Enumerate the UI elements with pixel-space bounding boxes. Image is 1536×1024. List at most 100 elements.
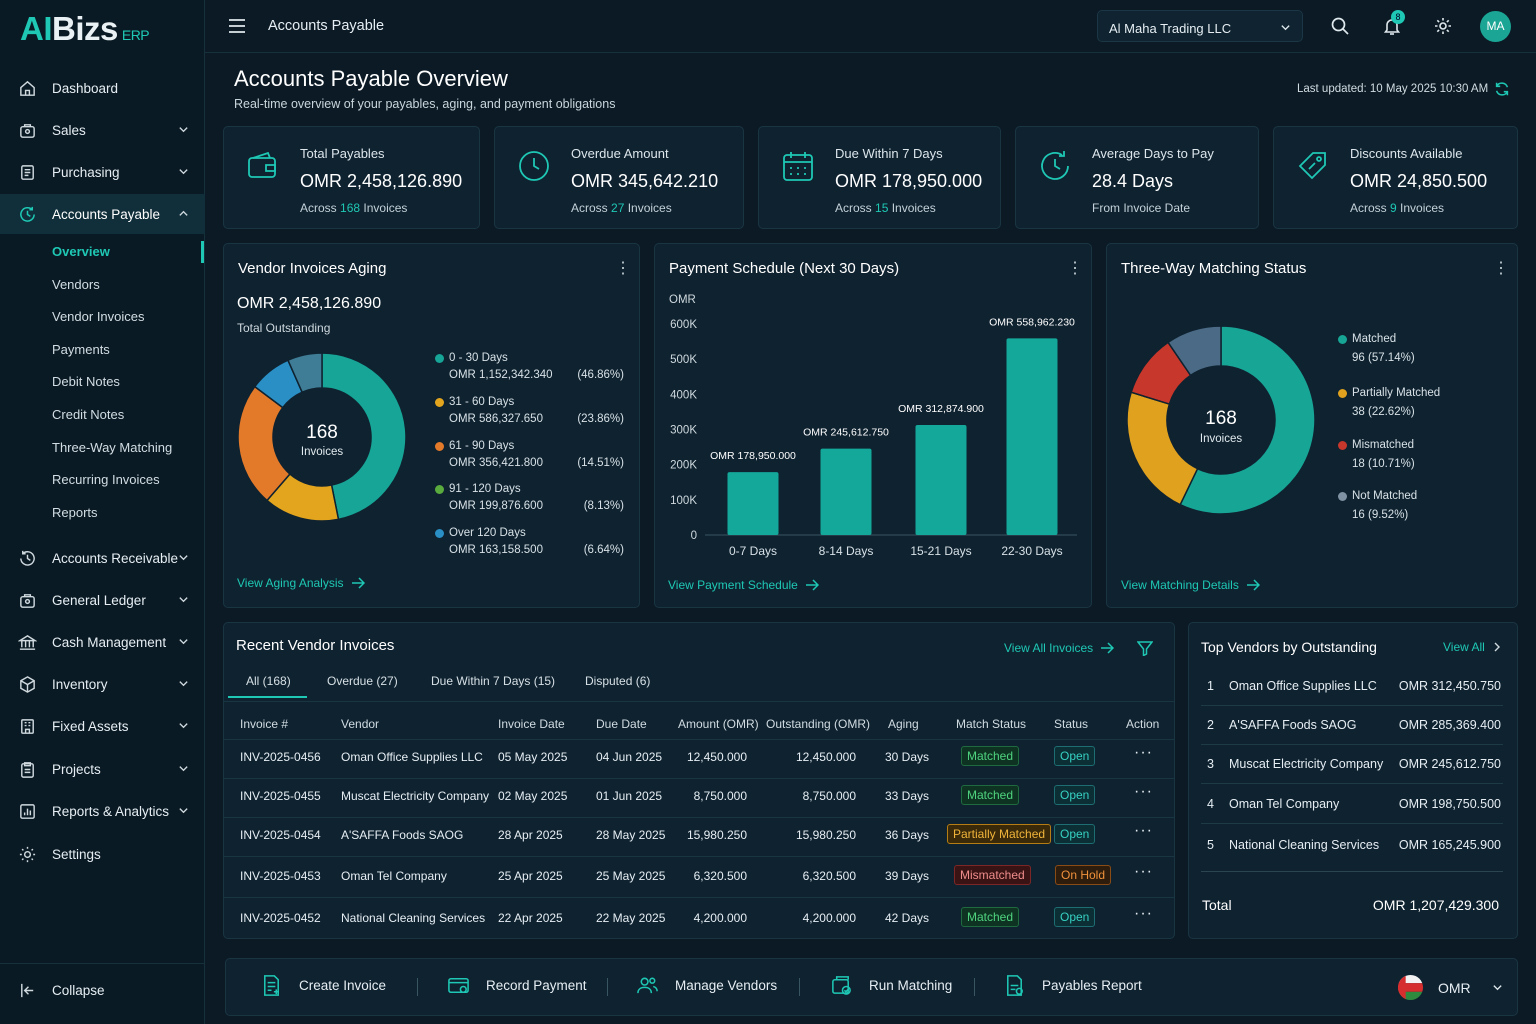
create-invoice-button[interactable]: Create Invoice — [260, 974, 386, 997]
view-all-invoices-link[interactable]: View All Invoices — [1004, 641, 1115, 655]
legend-dot — [435, 354, 444, 363]
col-match-status[interactable]: Match Status — [956, 717, 1026, 731]
tab-due-within-7-days[interactable]: Due Within 7 Days (15) — [431, 674, 555, 688]
subnav-reports[interactable]: Reports — [52, 505, 98, 520]
app-logo[interactable]: AIBizs ERP — [20, 10, 150, 48]
match-status-badge: Matched — [961, 785, 1020, 805]
more-menu-icon[interactable]: ⋮ — [1493, 261, 1509, 277]
aging-total: OMR 2,458,126.890 — [237, 295, 382, 312]
search-icon[interactable] — [1330, 16, 1350, 36]
chevron-down-icon — [179, 169, 188, 175]
bar-3[interactable] — [1006, 338, 1058, 535]
view-payment-schedule-link[interactable]: View Payment Schedule — [668, 578, 819, 592]
view-aging-analysis-link[interactable]: View Aging Analysis — [237, 576, 365, 590]
sidebar-item-accounts-payable[interactable]: Accounts Payable — [0, 194, 205, 234]
row-actions-icon[interactable]: ··· — [1134, 905, 1153, 923]
row-actions-icon[interactable]: ··· — [1134, 744, 1153, 762]
aging-legend-4: Over 120 Days OMR 163,158.500 (6.64%) — [435, 525, 624, 559]
more-menu-icon[interactable]: ⋮ — [1067, 261, 1083, 277]
subnav-vendor-invoices[interactable]: Vendor Invoices — [52, 309, 145, 324]
sidebar-item-purchasing[interactable]: Purchasing — [0, 152, 205, 192]
subnav-payments[interactable]: Payments — [52, 342, 110, 357]
view-matching-details-link[interactable]: View Matching Details — [1121, 578, 1260, 592]
row-actions-icon[interactable]: ··· — [1134, 863, 1153, 881]
bar-data-label: OMR 178,950.000 — [710, 450, 796, 462]
match-status-badge: Mismatched — [954, 865, 1031, 885]
aging-days: 42 Days — [885, 911, 930, 925]
tab-disputed[interactable]: Disputed (6) — [585, 674, 650, 688]
sidebar-item-label: Purchasing — [52, 164, 120, 180]
sidebar-item-general-ledger[interactable]: General Ledger — [0, 580, 205, 620]
matching-center-label: Invoices — [1199, 433, 1243, 445]
col-action[interactable]: Action — [1126, 717, 1159, 731]
more-menu-icon[interactable]: ⋮ — [615, 261, 631, 277]
manage-vendors-button[interactable]: Manage Vendors — [636, 974, 777, 997]
view-all-vendors-link[interactable]: View All — [1443, 640, 1502, 654]
matching-legend-1: Partially Matched 38 (22.62%) — [1338, 385, 1440, 421]
hamburger-menu-icon[interactable] — [228, 18, 246, 34]
avatar[interactable]: MA — [1480, 11, 1511, 42]
col-invoice-date[interactable]: Invoice Date — [498, 717, 565, 731]
history-clock-icon — [1041, 151, 1069, 180]
chevron-down-icon — [1281, 25, 1290, 31]
row-actions-icon[interactable]: ··· — [1134, 783, 1153, 801]
sidebar-item-sales[interactable]: Sales — [0, 110, 205, 150]
oman-flag-icon — [1397, 974, 1424, 1001]
invoice-number-link[interactable]: INV-2025-0455 — [240, 789, 321, 803]
bar-2[interactable] — [915, 424, 967, 535]
row-actions-icon[interactable]: ··· — [1134, 822, 1153, 840]
tab-overdue[interactable]: Overdue (27) — [327, 674, 398, 688]
invoice-number-link[interactable]: INV-2025-0456 — [240, 750, 321, 764]
sidebar-item-accounts-receivable[interactable]: Accounts Receivable — [0, 538, 205, 578]
subnav-overview[interactable]: Overview — [52, 244, 110, 259]
invoice-date: 02 May 2025 — [498, 789, 568, 803]
invoice-number-link[interactable]: INV-2025-0454 — [240, 828, 321, 842]
col-status[interactable]: Status — [1054, 717, 1088, 731]
payable-clock-icon — [20, 206, 35, 222]
sidebar-item-dashboard[interactable]: Dashboard — [0, 68, 205, 108]
col-outstanding[interactable]: Outstanding (OMR) — [766, 717, 870, 731]
col-due-date[interactable]: Due Date — [596, 717, 647, 731]
matching-legend-0: Matched 96 (57.14%) — [1338, 331, 1415, 367]
kpi-value: OMR 345,642.210 — [571, 171, 719, 191]
subnav-credit-notes[interactable]: Credit Notes — [52, 407, 124, 422]
invoice-number-link[interactable]: INV-2025-0453 — [240, 869, 321, 883]
currency-selector[interactable]: OMR — [1397, 974, 1503, 1001]
subnav-vendors[interactable]: Vendors — [52, 277, 100, 292]
amount: 8,750.000 — [693, 789, 747, 803]
aging-legend-2: 61 - 90 Days OMR 356,421.800 (14.51%) — [435, 438, 624, 472]
col-vendor[interactable]: Vendor — [341, 717, 379, 731]
sidebar-item-reports-analytics[interactable]: Reports & Analytics — [0, 791, 205, 831]
sidebar-item-cash-management[interactable]: Cash Management — [0, 622, 205, 662]
sidebar-item-inventory[interactable]: Inventory — [0, 664, 205, 704]
subnav-debit-notes[interactable]: Debit Notes — [52, 374, 120, 389]
company-selector[interactable]: Al Maha Trading LLC — [1097, 10, 1303, 42]
x-tick-label: 8-14 Days — [819, 544, 874, 558]
collapse-button[interactable]: Collapse — [0, 963, 205, 1024]
subnav-recurring-invoices[interactable]: Recurring Invoices — [52, 472, 160, 487]
refresh-icon[interactable] — [1493, 80, 1511, 98]
tab-all[interactable]: All (168) — [246, 674, 291, 688]
invoice-number-link[interactable]: INV-2025-0452 — [240, 911, 321, 925]
col-invoice-number[interactable]: Invoice # — [240, 717, 288, 731]
bar-0[interactable] — [727, 472, 779, 535]
tag-icon — [1298, 152, 1326, 180]
sidebar-item-fixed-assets[interactable]: Fixed Assets — [0, 706, 205, 746]
payables-report-button[interactable]: Payables Report — [1003, 974, 1142, 997]
col-aging[interactable]: Aging — [888, 717, 919, 731]
invoice-date: 22 Apr 2025 — [498, 911, 563, 925]
arrow-right-icon — [805, 579, 819, 591]
sidebar-item-projects[interactable]: Projects — [0, 749, 205, 789]
gear-icon — [19, 846, 36, 862]
bar-1[interactable] — [820, 448, 872, 535]
gear-icon[interactable] — [1433, 16, 1453, 36]
run-matching-button[interactable]: Run Matching — [830, 974, 952, 997]
record-payment-button[interactable]: Record Payment — [447, 974, 587, 997]
receivable-icon — [20, 550, 35, 566]
divider — [799, 978, 800, 996]
subnav-three-way-matching[interactable]: Three-Way Matching — [52, 440, 172, 455]
filter-icon[interactable] — [1137, 641, 1153, 656]
sidebar-item-settings[interactable]: Settings — [0, 834, 205, 874]
chevron-down-icon — [179, 681, 188, 687]
col-amount[interactable]: Amount (OMR) — [678, 717, 759, 731]
